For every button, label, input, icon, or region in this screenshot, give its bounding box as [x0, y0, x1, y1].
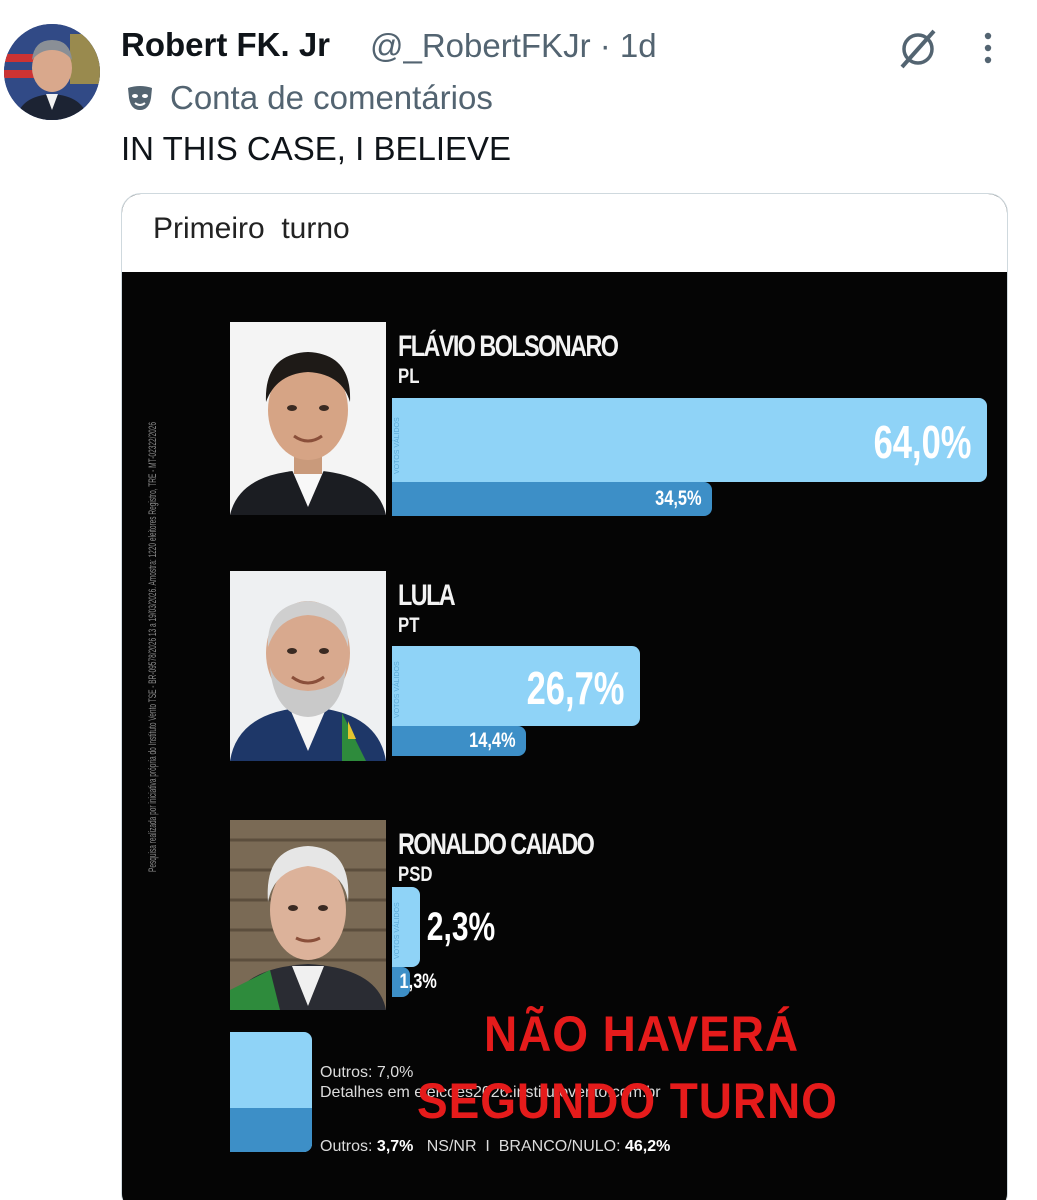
candidate-valid-pct: 2,3%: [426, 905, 495, 949]
bar-tag: VOTOS VÁLIDOS: [394, 902, 401, 959]
footer-outros-value: 3,7%: [376, 1138, 414, 1155]
community-label[interactable]: Conta de comentários: [170, 79, 493, 117]
tweet-text: IN THIS CASE, I BELIEVE: [121, 130, 512, 167]
grok-icon[interactable]: [896, 29, 940, 69]
footer-separator: I: [485, 1138, 490, 1155]
candidate-total-pct: 34,5%: [655, 487, 702, 510]
footer-branco-label: BRANCO/NULO:: [498, 1138, 621, 1155]
author-handle-time[interactable]: @_RobertFKJr · 1d: [370, 27, 657, 65]
overlay-text-line2: SEGUNDO TURNO: [417, 1073, 838, 1129]
bar-tag: VOTOS VÁLIDOS: [394, 417, 401, 474]
poll-source-note-text: Pesquisa realizada por iniciativa própri…: [147, 422, 159, 872]
media-image[interactable]: Primeiro turno Pesquisa realizada por in…: [121, 193, 1008, 1200]
poll-source-note: Pesquisa realizada por iniciativa própri…: [144, 412, 184, 882]
candidate-name: LULA: [398, 579, 456, 612]
community-masks-icon: [125, 84, 155, 112]
footer-nsnr: NS/NR: [426, 1138, 477, 1155]
author-name[interactable]: Robert FK. Jr: [121, 26, 330, 64]
candidate-valid-pct: 64,0%: [873, 416, 971, 468]
avatar[interactable]: [4, 24, 100, 120]
footer-totals: Outros: 3,7% NS/NR I BRANCO/NULO: 46,2%: [320, 1138, 670, 1156]
candidate-party: PSD: [398, 863, 433, 886]
candidate-photo-flavio: [230, 322, 386, 515]
footer-branco-value: 46,2%: [625, 1138, 671, 1155]
candidate-total-pct: 1,3%: [399, 970, 437, 993]
outros-bar-total: [230, 1108, 312, 1152]
candidate-valid-pct: 26,7%: [526, 662, 625, 714]
bar-tag: VOTOS VÁLIDOS: [394, 661, 401, 718]
overlay-text-line1: NÃO HAVERÁ: [484, 1006, 800, 1062]
candidate-party: PT: [398, 614, 420, 637]
candidate-party: PL: [398, 365, 420, 388]
candidate-name: RONALDO CAIADO: [398, 828, 595, 861]
candidate-name: FLÁVIO BOLSONARO: [398, 330, 619, 363]
outros-bar: [230, 1032, 312, 1152]
outros-valid-label: Outros: 7,0%: [320, 1064, 414, 1081]
candidate-photo-caiado: [230, 820, 386, 1010]
candidate-total-pct: 14,4%: [469, 729, 516, 752]
media-header: Primeiro turno: [122, 194, 1007, 272]
candidate-photo-lula: [230, 571, 386, 761]
poll-graphic: Pesquisa realizada por iniciativa própri…: [122, 272, 1007, 1200]
more-options-icon[interactable]: [976, 30, 1000, 66]
media-title: Primeiro turno: [153, 212, 350, 245]
footer-outros-label: Outros:: [320, 1138, 373, 1155]
